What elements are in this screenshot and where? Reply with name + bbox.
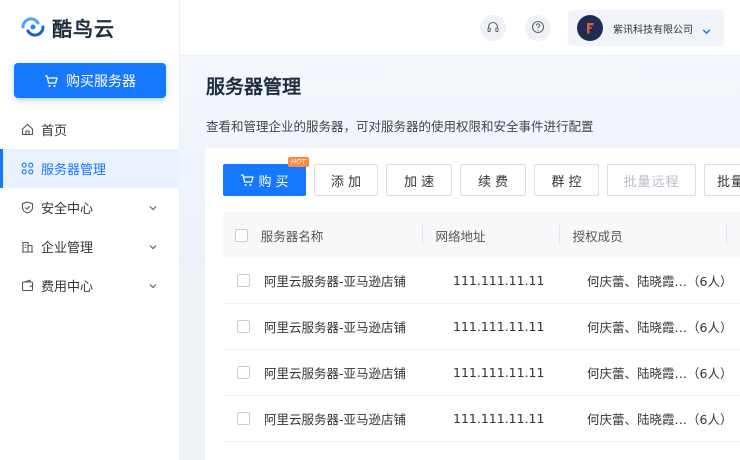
page-title: 服务器管理 (206, 76, 302, 98)
group-control-button[interactable]: 群控 (534, 164, 599, 196)
server-members: 何庆蕾、陆晓霞…（6人） (587, 274, 733, 289)
support-button[interactable] (480, 15, 506, 41)
column-divider (726, 225, 727, 245)
headset-icon (486, 19, 500, 38)
server-name: 阿里云服务器-亚马逊店铺 (264, 274, 407, 289)
sidebar: 酷鸟云 购买服务器 首页 服务器管理 安全中心 企业管理 费用中心 (0, 0, 180, 460)
table-row[interactable]: 阿里云服务器-亚马逊店铺 111.111.11.11 何庆蕾、陆晓霞…（6人） (223, 350, 740, 396)
batch-remote-button[interactable]: 批量远程 (607, 164, 696, 196)
page-description: 查看和管理企业的服务器，可对服务器的使用权限和安全事件进行配置 (206, 119, 594, 134)
server-ip: 111.111.11.11 (453, 411, 545, 426)
server-members: 何庆蕾、陆晓霞…（6人） (587, 366, 733, 381)
server-members: 何庆蕾、陆晓霞…（6人） (587, 320, 733, 335)
grid-icon (20, 162, 34, 176)
column-divider (558, 225, 560, 245)
row-checkbox[interactable] (237, 412, 250, 425)
sidebar-item-enterprise[interactable]: 企业管理 (0, 227, 180, 266)
chevron-down-icon (148, 241, 158, 256)
renew-button[interactable]: 续费 (460, 164, 526, 196)
column-header-name: 服务器名称 (260, 228, 324, 244)
company-name: 紫讯科技有限公司 (613, 24, 693, 36)
row-checkbox[interactable] (237, 274, 250, 287)
home-icon (20, 123, 34, 137)
buy-label: 购买 (258, 174, 293, 190)
chevron-down-icon (148, 280, 158, 295)
logo[interactable]: 酷鸟云 (20, 12, 115, 42)
server-name: 阿里云服务器-亚马逊店铺 (264, 366, 407, 381)
brand-name: 酷鸟云 (52, 16, 115, 41)
buy-button[interactable]: 购买 HOT (223, 157, 309, 196)
chevron-down-icon (148, 202, 158, 217)
server-name: 阿里云服务器-亚马逊店铺 (264, 412, 407, 427)
column-header-members: 授权成员 (572, 228, 623, 244)
hot-badge: HOT (287, 157, 309, 167)
help-icon (531, 19, 545, 38)
company-switcher[interactable]: 紫讯科技有限公司 (568, 10, 724, 46)
cart-icon (240, 173, 255, 187)
sidebar-nav: 首页 服务器管理 安全中心 企业管理 费用中心 (0, 110, 180, 305)
chevron-down-icon (701, 22, 712, 41)
sidebar-item-label: 企业管理 (41, 241, 94, 256)
batch-more-button[interactable]: 批量 (704, 164, 740, 196)
buy-server-button[interactable]: 购买服务器 (14, 63, 166, 98)
server-ip: 111.111.11.11 (453, 365, 545, 380)
cart-icon (44, 74, 58, 88)
top-bar: 紫讯科技有限公司 (180, 0, 740, 56)
building-icon (20, 240, 34, 254)
server-members: 何庆蕾、陆晓霞…（6人） (587, 412, 733, 427)
server-ip: 111.111.11.11 (453, 273, 545, 288)
logo-icon (21, 17, 45, 37)
row-checkbox[interactable] (237, 366, 250, 379)
table-row[interactable]: 阿里云服务器-亚马逊店铺 111.111.11.11 何庆蕾、陆晓霞…（6人） (223, 304, 740, 350)
column-header-ip: 网络地址 (435, 228, 486, 244)
sidebar-item-billing[interactable]: 费用中心 (0, 266, 180, 305)
sidebar-item-label: 安全中心 (41, 202, 94, 217)
sidebar-item-security[interactable]: 安全中心 (0, 188, 180, 227)
buy-server-label: 购买服务器 (66, 73, 136, 90)
table-header: 服务器名称 网络地址 授权成员 (223, 212, 740, 258)
column-divider (421, 225, 423, 245)
help-button[interactable] (525, 15, 551, 41)
table-row[interactable]: 阿里云服务器-亚马逊店铺 111.111.11.11 何庆蕾、陆晓霞…（6人） (223, 258, 740, 304)
server-ip: 111.111.11.11 (453, 319, 545, 334)
select-all-checkbox[interactable] (235, 228, 249, 242)
table-row[interactable]: 阿里云服务器-亚马逊店铺 111.111.11.11 何庆蕾、陆晓霞…（6人） (223, 396, 740, 442)
sidebar-item-home[interactable]: 首页 (0, 110, 180, 149)
sidebar-item-server-management[interactable]: 服务器管理 (0, 149, 180, 188)
shield-icon (20, 201, 34, 215)
sidebar-item-label: 费用中心 (41, 280, 94, 295)
server-list-card: 购买 HOT 添加 加速 续费 群控 批量远程 批量 服务器名称 网络地址 授权… (205, 148, 740, 460)
avatar (577, 15, 603, 41)
server-name: 阿里云服务器-亚马逊店铺 (264, 320, 407, 335)
sidebar-item-label: 首页 (41, 124, 68, 139)
wallet-icon (20, 279, 34, 293)
accelerate-button[interactable]: 加速 (386, 164, 452, 196)
toolbar: 购买 HOT 添加 加速 续费 群控 批量远程 批量 (223, 157, 740, 196)
add-button[interactable]: 添加 (314, 164, 378, 196)
row-checkbox[interactable] (237, 320, 250, 333)
sidebar-item-label: 服务器管理 (41, 163, 107, 178)
